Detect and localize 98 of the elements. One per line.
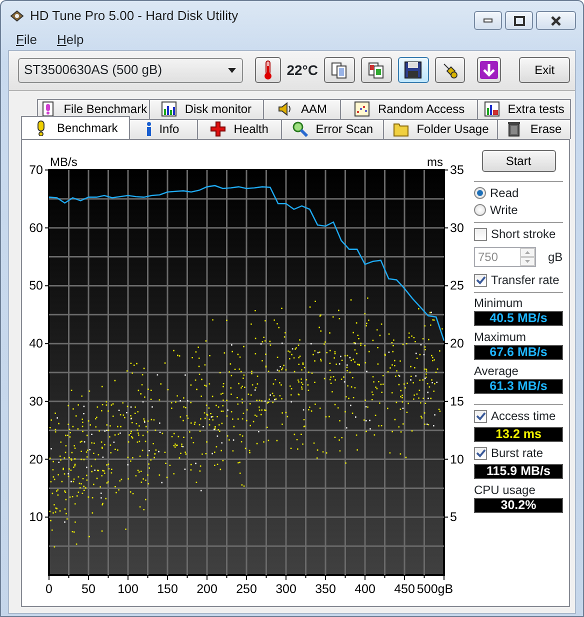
toolbar-button[interactable] bbox=[434, 57, 466, 83]
value-display: 61.3 MB/s bbox=[474, 378, 563, 394]
axis-label: 10 bbox=[29, 510, 43, 524]
checkbox-label: Burst rate bbox=[491, 445, 544, 462]
bar-chart-icon bbox=[484, 101, 500, 117]
menu-item[interactable]: Help bbox=[54, 30, 86, 50]
axis-title: MB/s bbox=[50, 154, 78, 168]
axis-label: 400 bbox=[354, 582, 376, 596]
axis-label: 5 bbox=[450, 510, 457, 524]
checkbox-label: Transfer rate bbox=[491, 272, 560, 289]
value-display: 115.9 MB/s bbox=[474, 464, 563, 478]
tab[interactable]: Health bbox=[196, 118, 282, 138]
checkbox[interactable] bbox=[474, 228, 487, 240]
stat-label: Minimum bbox=[474, 296, 524, 310]
temperature-button[interactable] bbox=[254, 57, 281, 83]
copy-icon bbox=[330, 61, 348, 79]
info-icon bbox=[147, 122, 152, 136]
axis-label: 50 bbox=[82, 582, 96, 596]
checkbox[interactable] bbox=[474, 410, 487, 422]
radio-button[interactable] bbox=[474, 187, 486, 199]
axis-label: 500gB bbox=[416, 582, 454, 596]
close-button[interactable] bbox=[536, 11, 576, 30]
axis-label: 25 bbox=[450, 278, 464, 292]
axis-label: 100 bbox=[118, 582, 138, 596]
minimize-icon bbox=[483, 18, 493, 23]
maximize-icon bbox=[512, 14, 526, 26]
axis-label: 30 bbox=[450, 220, 464, 234]
exit-button[interactable]: Exit bbox=[519, 57, 570, 83]
axis-title: ms bbox=[427, 154, 443, 168]
minimize-button[interactable] bbox=[474, 11, 502, 30]
tab[interactable]: Erase bbox=[497, 118, 571, 138]
unit-label: gB bbox=[548, 248, 563, 266]
trash-icon bbox=[506, 121, 522, 137]
checkbox-label: Short stroke bbox=[491, 226, 556, 243]
copy-screen-icon bbox=[367, 61, 386, 79]
magnifier-icon bbox=[292, 121, 308, 137]
axis-label: 20 bbox=[29, 452, 43, 466]
axis-label: 35 bbox=[450, 162, 464, 176]
stat-label: Maximum bbox=[474, 330, 528, 344]
toolbar-button[interactable] bbox=[324, 57, 355, 83]
radio-label: Write bbox=[490, 202, 518, 219]
scatter-icon bbox=[354, 101, 370, 117]
app-icon bbox=[10, 10, 24, 22]
tab[interactable]: Extra tests bbox=[477, 98, 572, 118]
tab[interactable]: Benchmark bbox=[21, 116, 130, 138]
drive-dropdown[interactable]: ST3500630AS (500 gB) bbox=[18, 58, 243, 82]
tab[interactable]: Disk monitor bbox=[148, 98, 264, 118]
value-display: 13.2 ms bbox=[474, 426, 563, 442]
tab[interactable]: File Benchmark bbox=[37, 98, 150, 118]
toolbar-button[interactable] bbox=[477, 57, 502, 83]
axis-label: 30 bbox=[29, 394, 43, 408]
tab[interactable]: Error Scan bbox=[280, 118, 384, 138]
tab[interactable]: Info bbox=[128, 118, 198, 138]
tab[interactable]: Folder Usage bbox=[383, 118, 498, 138]
stat-label: CPU usage bbox=[474, 482, 536, 498]
checkbox[interactable] bbox=[474, 274, 487, 286]
value-display: 67.6 MB/s bbox=[474, 344, 563, 360]
checkbox-label: Access time bbox=[491, 408, 556, 425]
save-icon bbox=[404, 61, 422, 79]
toolbar-button[interactable] bbox=[360, 57, 392, 83]
thermometer-icon bbox=[262, 60, 273, 80]
document-icon bbox=[40, 101, 56, 117]
value-display: 30.2% bbox=[474, 498, 563, 512]
axis-label: 450 bbox=[394, 582, 415, 596]
radio-label: Read bbox=[490, 185, 519, 202]
menu-item[interactable]: File bbox=[14, 30, 39, 50]
tab[interactable]: Random Access bbox=[340, 98, 478, 118]
wrench-icon bbox=[440, 61, 459, 79]
axis-label: 60 bbox=[29, 220, 43, 234]
maximize-button[interactable] bbox=[505, 11, 533, 30]
caret-icon bbox=[228, 68, 236, 72]
axis-label: 250 bbox=[236, 582, 257, 596]
tab[interactable]: AAM bbox=[262, 98, 342, 118]
toolbar-button[interactable] bbox=[398, 57, 429, 83]
value-display: 40.5 MB/s bbox=[474, 310, 563, 326]
axis-label: 20 bbox=[450, 336, 464, 350]
bar-chart-icon bbox=[160, 101, 177, 117]
axis-label: 150 bbox=[157, 582, 178, 596]
axis-label: 0 bbox=[46, 582, 52, 596]
axis-label: 10 bbox=[450, 452, 464, 466]
start-button[interactable]: Start bbox=[482, 150, 556, 172]
axis-label: 70 bbox=[29, 162, 43, 176]
axis-label: 15 bbox=[450, 394, 464, 408]
checkbox[interactable] bbox=[474, 446, 487, 460]
axis-label: 200 bbox=[196, 582, 218, 596]
cross-icon bbox=[210, 121, 226, 137]
speaker-icon bbox=[277, 101, 293, 117]
temperature-label: 22°C bbox=[286, 60, 318, 80]
spinner-arrows-icon bbox=[520, 248, 535, 266]
axis-label: 350 bbox=[315, 582, 336, 596]
axis-label: 300 bbox=[276, 582, 296, 596]
window-title: HD Tune Pro 5.00 - Hard Disk Utility bbox=[30, 6, 238, 25]
close-icon bbox=[549, 14, 563, 26]
axis-label: 50 bbox=[29, 278, 43, 292]
stat-label: Average bbox=[474, 364, 520, 378]
radio-button[interactable] bbox=[474, 204, 486, 216]
download-icon bbox=[480, 61, 498, 79]
axis-label: 40 bbox=[29, 336, 43, 350]
